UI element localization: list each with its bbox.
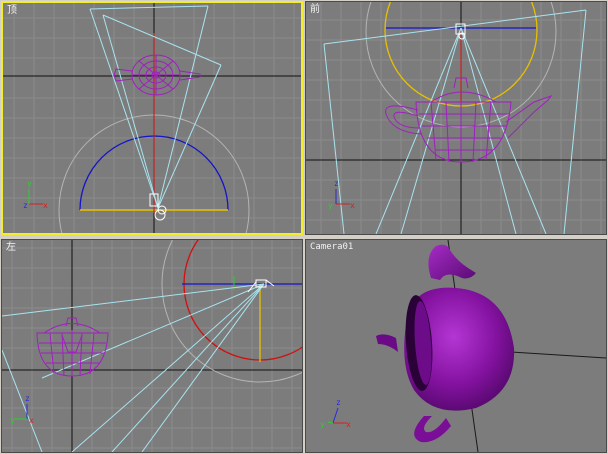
axis-x-label: x (29, 416, 34, 425)
axis-x-label: x (43, 201, 48, 210)
axis-tripod-camera: x z y (320, 398, 351, 429)
axis-tripod-top: x y z (23, 179, 48, 210)
axis-z-label: z (334, 179, 339, 188)
grid (2, 240, 302, 452)
grid (306, 2, 606, 234)
light-hotspot-circle (183, 240, 302, 361)
viewport-left[interactable]: 左 y z x (1, 239, 303, 453)
axis-z-label: z (23, 201, 28, 210)
camera-view-scene: x z y (320, 240, 606, 452)
axis-y-label: y (10, 416, 15, 425)
grid-line-horizon (510, 351, 606, 359)
grid (3, 3, 301, 233)
viewport-label-front[interactable]: 前 (310, 5, 320, 15)
viewport-layout: 顶 x y z 前 x z y 左 y z x Camera01 x z y (0, 0, 608, 454)
axis-y-label: y (320, 420, 325, 429)
teapot-shaded (376, 244, 515, 443)
viewport-front[interactable]: 前 x z y (305, 1, 607, 235)
axis-y-label: y (328, 201, 333, 210)
axis-x-label: x (346, 420, 351, 429)
camera-cone (2, 283, 265, 452)
viewport-camera[interactable]: Camera01 x z y (305, 239, 607, 453)
axis-z-label: z (336, 398, 341, 407)
viewport-top[interactable]: 顶 x y z (1, 1, 303, 235)
top-view-scene: x y z (3, 3, 301, 233)
viewport-label-camera[interactable]: Camera01 (310, 243, 353, 252)
viewport-label-top[interactable]: 顶 (7, 6, 17, 16)
axis-y-label: y (27, 179, 32, 188)
viewport-label-left[interactable]: 左 (6, 243, 16, 253)
front-view-scene: x z y (306, 2, 606, 234)
axis-z-label: z (25, 394, 30, 403)
axis-x-label: x (350, 201, 355, 210)
axis-tripod-left: y z x (10, 394, 34, 425)
left-view-scene: y z x (2, 240, 302, 452)
